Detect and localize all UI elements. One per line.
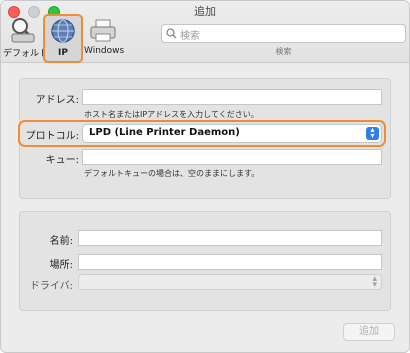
location-label: 場所: — [49, 260, 73, 271]
printer-icon — [90, 19, 116, 42]
toolbar-default-button[interactable]: デフォルト — [3, 15, 48, 59]
toolbar-ip-button[interactable]: IP — [43, 14, 83, 63]
add-printer-window: 追加 デフォルト IP Windows 検索 検索 アドレス: ホスト名またはI… — [0, 0, 410, 353]
chevron-updown-icon: ▴ ▾ — [366, 126, 379, 140]
protocol-label: プロトコル: — [25, 131, 79, 142]
magnifier-printer-icon — [11, 18, 35, 43]
queue-input[interactable] — [82, 149, 382, 165]
search-caption: 検索 — [275, 47, 292, 56]
protocol-select[interactable]: LPD (Line Printer Daemon) ▴ ▾ — [82, 124, 382, 143]
search-icon — [166, 28, 177, 39]
globe-icon — [51, 19, 75, 43]
driver-label: ドライバ: — [29, 281, 73, 292]
address-input[interactable] — [82, 89, 382, 105]
driver-select[interactable]: ▴ ▾ — [78, 274, 382, 290]
toolbar-ip-label: IP — [58, 48, 68, 58]
address-label: アドレス: — [35, 95, 79, 106]
location-input[interactable] — [78, 254, 382, 270]
queue-hint: デフォルトキューの場合は、空のままにします。 — [84, 169, 260, 178]
protocol-selected-value: LPD (Line Printer Daemon) — [89, 127, 240, 138]
chevron-updown-icon: ▴ ▾ — [372, 274, 377, 290]
search-field[interactable]: 検索 — [161, 24, 406, 43]
toolbar-default-label: デフォルト — [3, 49, 49, 59]
queue-label: キュー: — [45, 155, 79, 166]
add-button[interactable]: 追加 — [343, 323, 395, 341]
search-placeholder: 検索 — [180, 31, 200, 42]
name-label: 名前: — [49, 236, 73, 247]
toolbar-windows-button[interactable]: Windows — [84, 15, 124, 56]
name-input[interactable] — [78, 230, 382, 246]
toolbar-windows-label: Windows — [84, 46, 125, 56]
titlebar: 追加 デフォルト IP Windows 検索 検索 — [1, 1, 409, 63]
address-hint: ホスト名またはIPアドレスを入力してください。 — [84, 110, 259, 119]
